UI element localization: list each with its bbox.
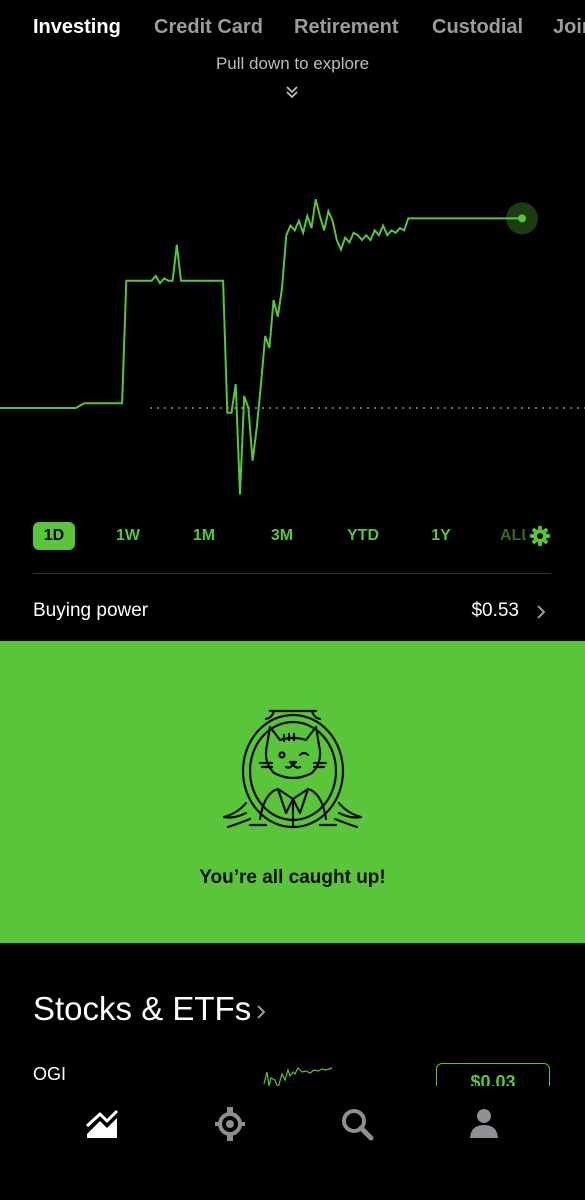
all-caught-up-message: You’re all caught up! — [199, 867, 386, 888]
range-1d[interactable]: 1D — [33, 522, 75, 550]
range-1y[interactable]: 1Y — [421, 522, 461, 550]
gear-icon[interactable] — [529, 525, 551, 547]
buying-power-label: Buying power — [33, 600, 149, 621]
buying-power-value: $0.53 — [471, 600, 519, 621]
cat-portrait-illustration — [222, 709, 363, 829]
tab-custodial[interactable]: Custodial — [432, 16, 523, 39]
crypto-icon[interactable] — [210, 1104, 250, 1144]
account-tabs: Investing Credit Card Retirement Custodi… — [0, 14, 585, 44]
tab-investing[interactable]: Investing — [33, 16, 121, 39]
range-3m[interactable]: 3M — [262, 522, 302, 550]
double-chevron-down-icon — [286, 86, 298, 99]
all-caught-up-card: You’re all caught up! — [0, 641, 585, 943]
chevron-right-icon[interactable] — [255, 1003, 267, 1021]
range-1m[interactable]: 1M — [184, 522, 224, 550]
range-ytd[interactable]: YTD — [340, 522, 386, 550]
tab-retirement[interactable]: Retirement — [294, 16, 398, 39]
range-all[interactable]: ALL — [500, 522, 526, 550]
current-value-dot — [518, 214, 526, 223]
pull-to-explore-hint: Pull down to explore — [215, 54, 370, 73]
account-icon[interactable] — [464, 1104, 504, 1144]
buying-power-row[interactable]: Buying power $0.53 — [33, 598, 553, 628]
stocks-section-title[interactable]: Stocks & ETFs — [33, 990, 251, 1028]
time-range-selector: 1D 1W 1M 3M YTD 1Y ALL — [0, 522, 585, 552]
tab-credit-card[interactable]: Credit Card — [154, 16, 263, 39]
search-icon[interactable] — [337, 1104, 377, 1144]
divider — [33, 573, 551, 574]
tab-joint[interactable]: Joint — [553, 16, 585, 39]
range-1w[interactable]: 1W — [108, 522, 148, 550]
chevron-right-icon — [537, 605, 546, 619]
stock-ticker[interactable]: OGI — [33, 1064, 66, 1085]
bottom-navigation — [0, 1086, 585, 1200]
portfolio-chart[interactable] — [0, 170, 585, 510]
chart-icon[interactable] — [82, 1104, 122, 1144]
portfolio-line — [0, 198, 522, 495]
